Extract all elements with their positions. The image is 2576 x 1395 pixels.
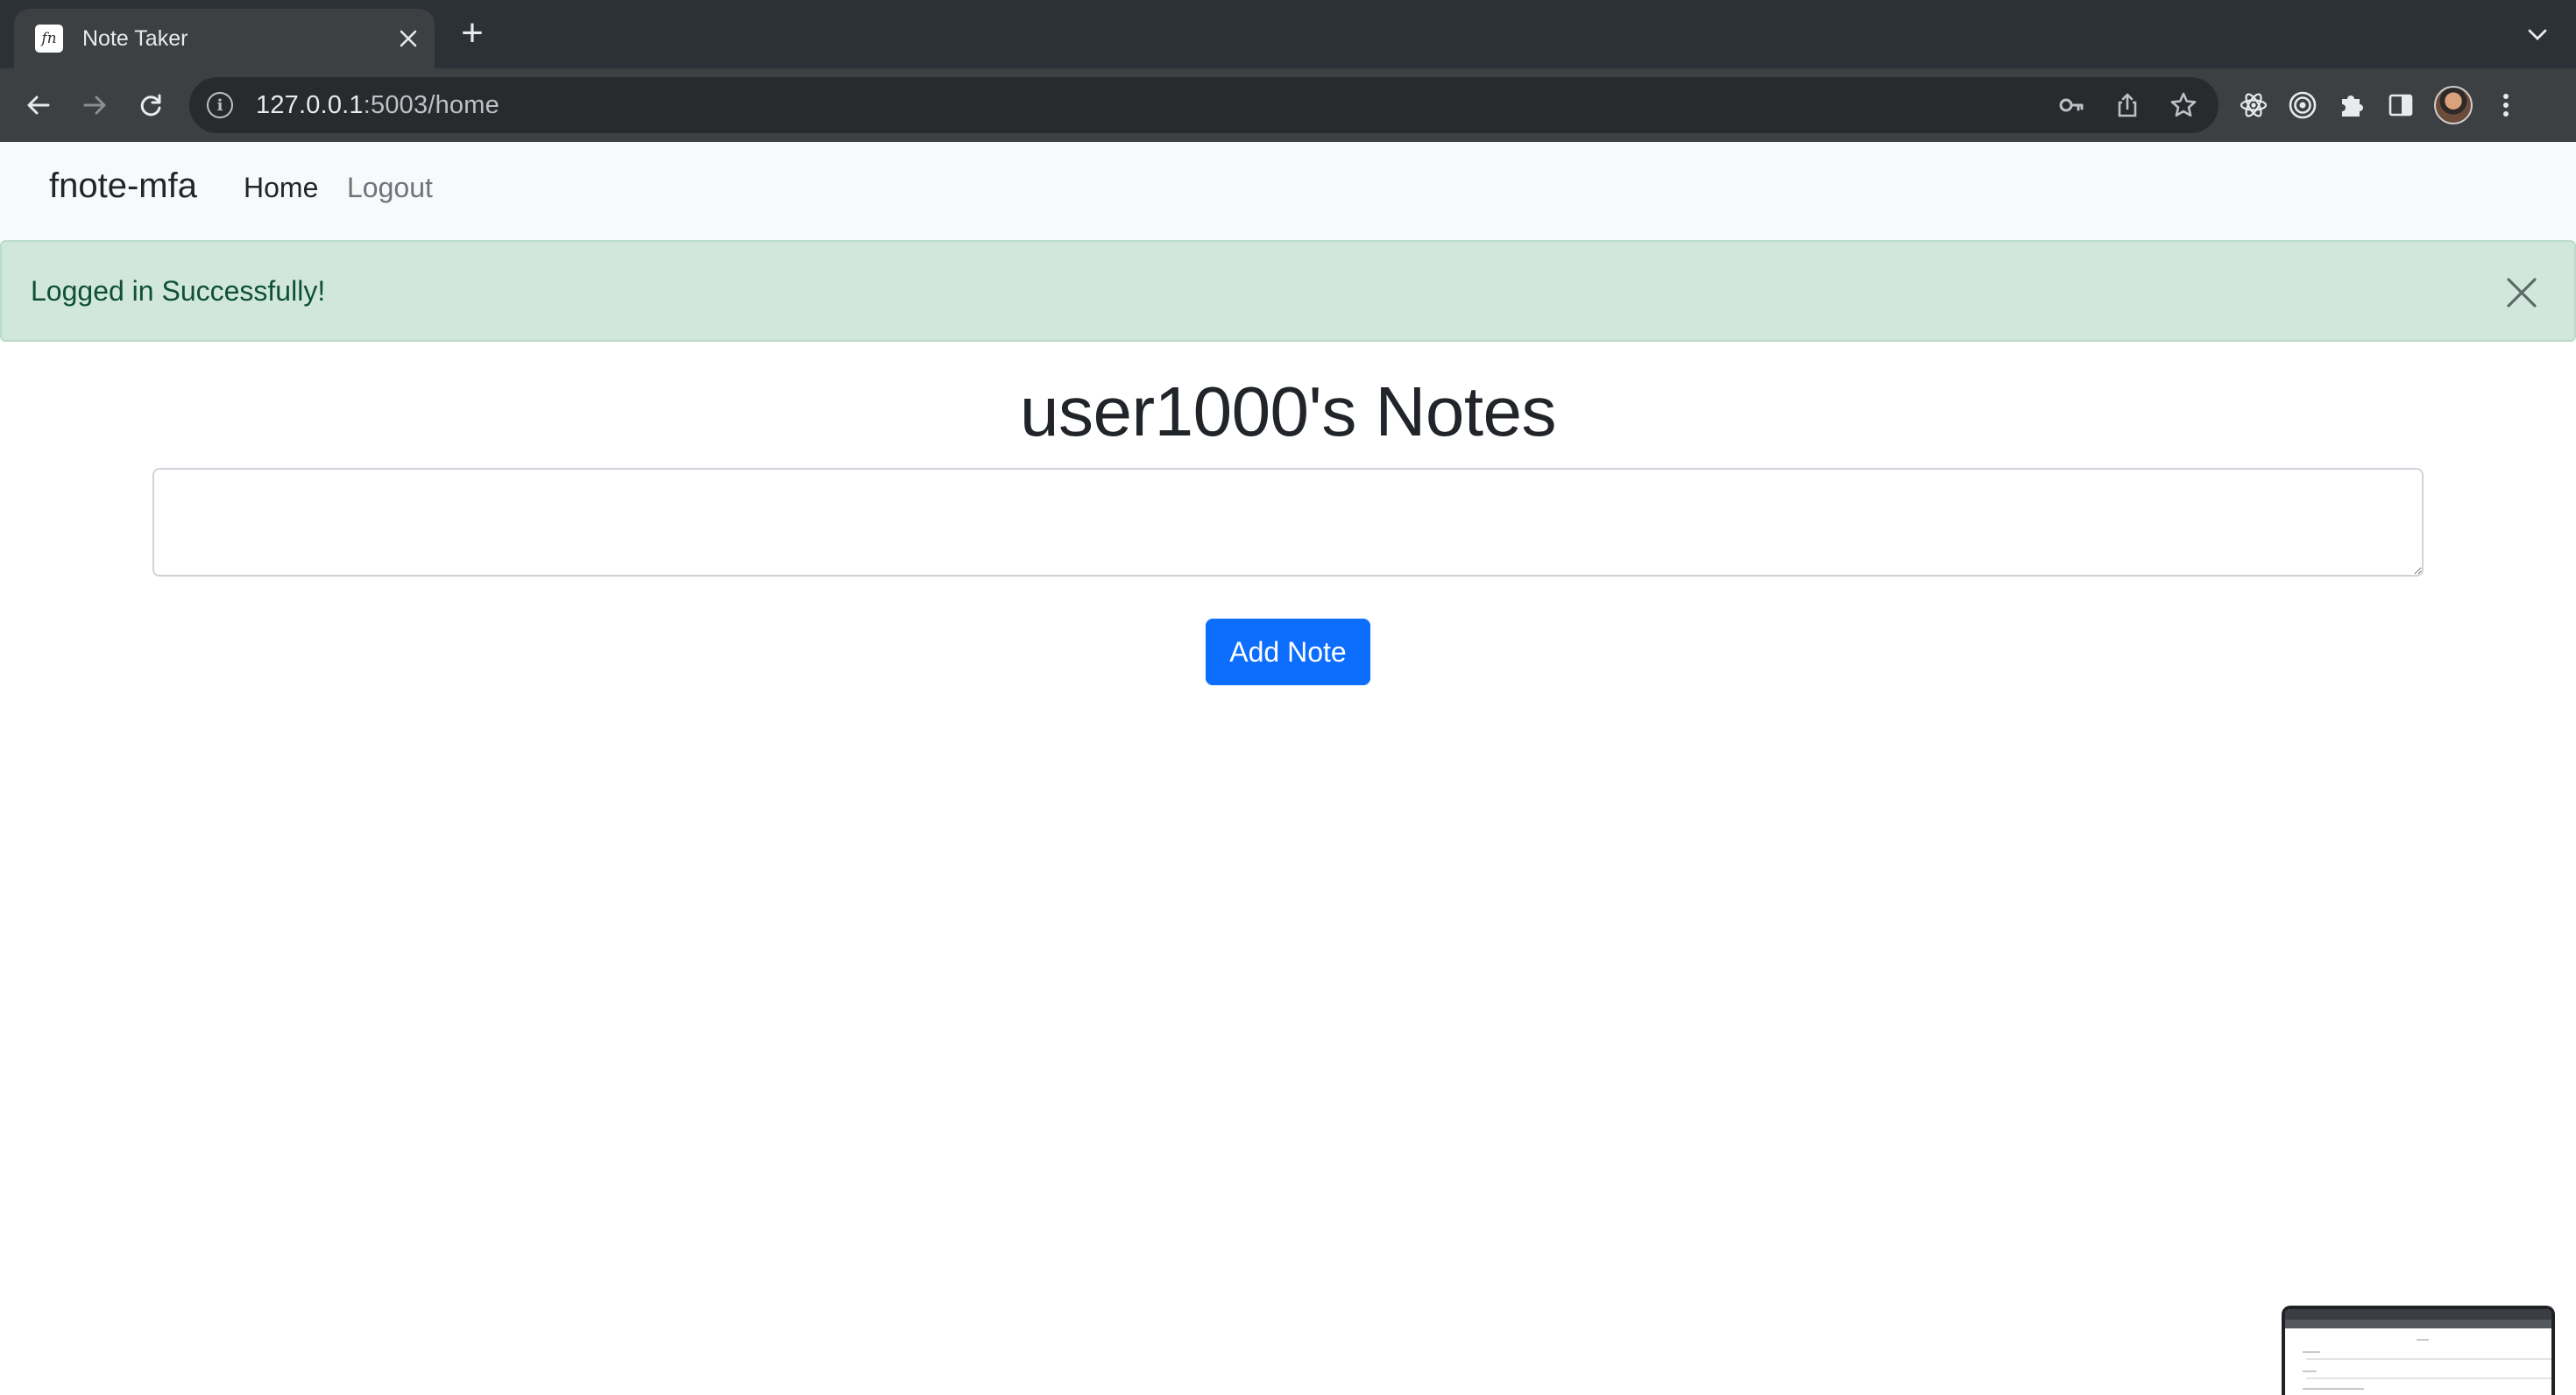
page-title: user1000's Notes: [1019, 372, 1557, 450]
reload-icon[interactable]: [130, 84, 172, 126]
thumbnail-toolbar: [2285, 1320, 2551, 1328]
thumbnail-line: [2303, 1388, 2364, 1390]
tab-title: Note Taker: [82, 25, 188, 51]
new-tab-button[interactable]: +: [454, 14, 491, 53]
browser-toolbar: i 127.0.0.1:5003/home: [0, 68, 2576, 142]
back-arrow-icon[interactable]: [18, 84, 60, 126]
star-icon[interactable]: [2168, 89, 2199, 121]
address-bar[interactable]: i 127.0.0.1:5003/home: [189, 77, 2219, 133]
browser-tab-strip: fn Note Taker +: [0, 0, 2576, 68]
thumbnail-line: [2306, 1377, 2551, 1379]
tab-close-icon[interactable]: [391, 21, 426, 56]
alert-message: Logged in Successfully!: [31, 275, 326, 307]
url-host: 127.0.0.1: [256, 90, 364, 119]
navbar-brand[interactable]: fnote-mfa: [49, 166, 197, 206]
browser-tab[interactable]: fn Note Taker: [14, 9, 435, 68]
thumbnail-line: [2303, 1351, 2320, 1353]
side-panel-icon[interactable]: [2385, 89, 2417, 121]
add-note-button[interactable]: Add Note: [1206, 619, 1370, 685]
target-extension-icon[interactable]: [2287, 89, 2318, 121]
favicon-icon: fn: [35, 25, 63, 53]
screenshot-preview-thumbnail[interactable]: [2282, 1306, 2555, 1395]
alert-close-icon[interactable]: [2504, 275, 2539, 310]
nav-link-logout[interactable]: Logout: [347, 172, 433, 204]
favicon-glyph: fn: [41, 30, 57, 47]
share-icon[interactable]: [2112, 89, 2143, 121]
thumbnail-line: [2303, 1370, 2317, 1372]
tab-search-chevron-down-icon[interactable]: [2520, 18, 2555, 53]
profile-avatar[interactable]: [2434, 86, 2473, 124]
extensions-puzzle-icon[interactable]: [2336, 89, 2367, 121]
react-devtools-icon[interactable]: [2238, 89, 2269, 121]
key-icon[interactable]: [2056, 89, 2087, 121]
forward-arrow-icon[interactable]: [74, 84, 116, 126]
thumbnail-tabbar: [2285, 1309, 2551, 1320]
kebab-menu-icon[interactable]: [2490, 89, 2522, 121]
address-url[interactable]: 127.0.0.1:5003/home: [256, 91, 499, 120]
nav-link-home[interactable]: Home: [244, 172, 318, 204]
success-alert: Logged in Successfully!: [0, 240, 2576, 342]
thumbnail-line: [2417, 1339, 2429, 1341]
site-info-icon[interactable]: i: [207, 92, 233, 118]
site-navbar: fnote-mfa Home Logout: [0, 142, 2576, 240]
page-content: fnote-mfa Home Logout Logged in Successf…: [0, 142, 2576, 1395]
url-path: :5003/home: [363, 90, 499, 119]
note-textarea[interactable]: [152, 468, 2424, 577]
thumbnail-line: [2306, 1358, 2551, 1360]
